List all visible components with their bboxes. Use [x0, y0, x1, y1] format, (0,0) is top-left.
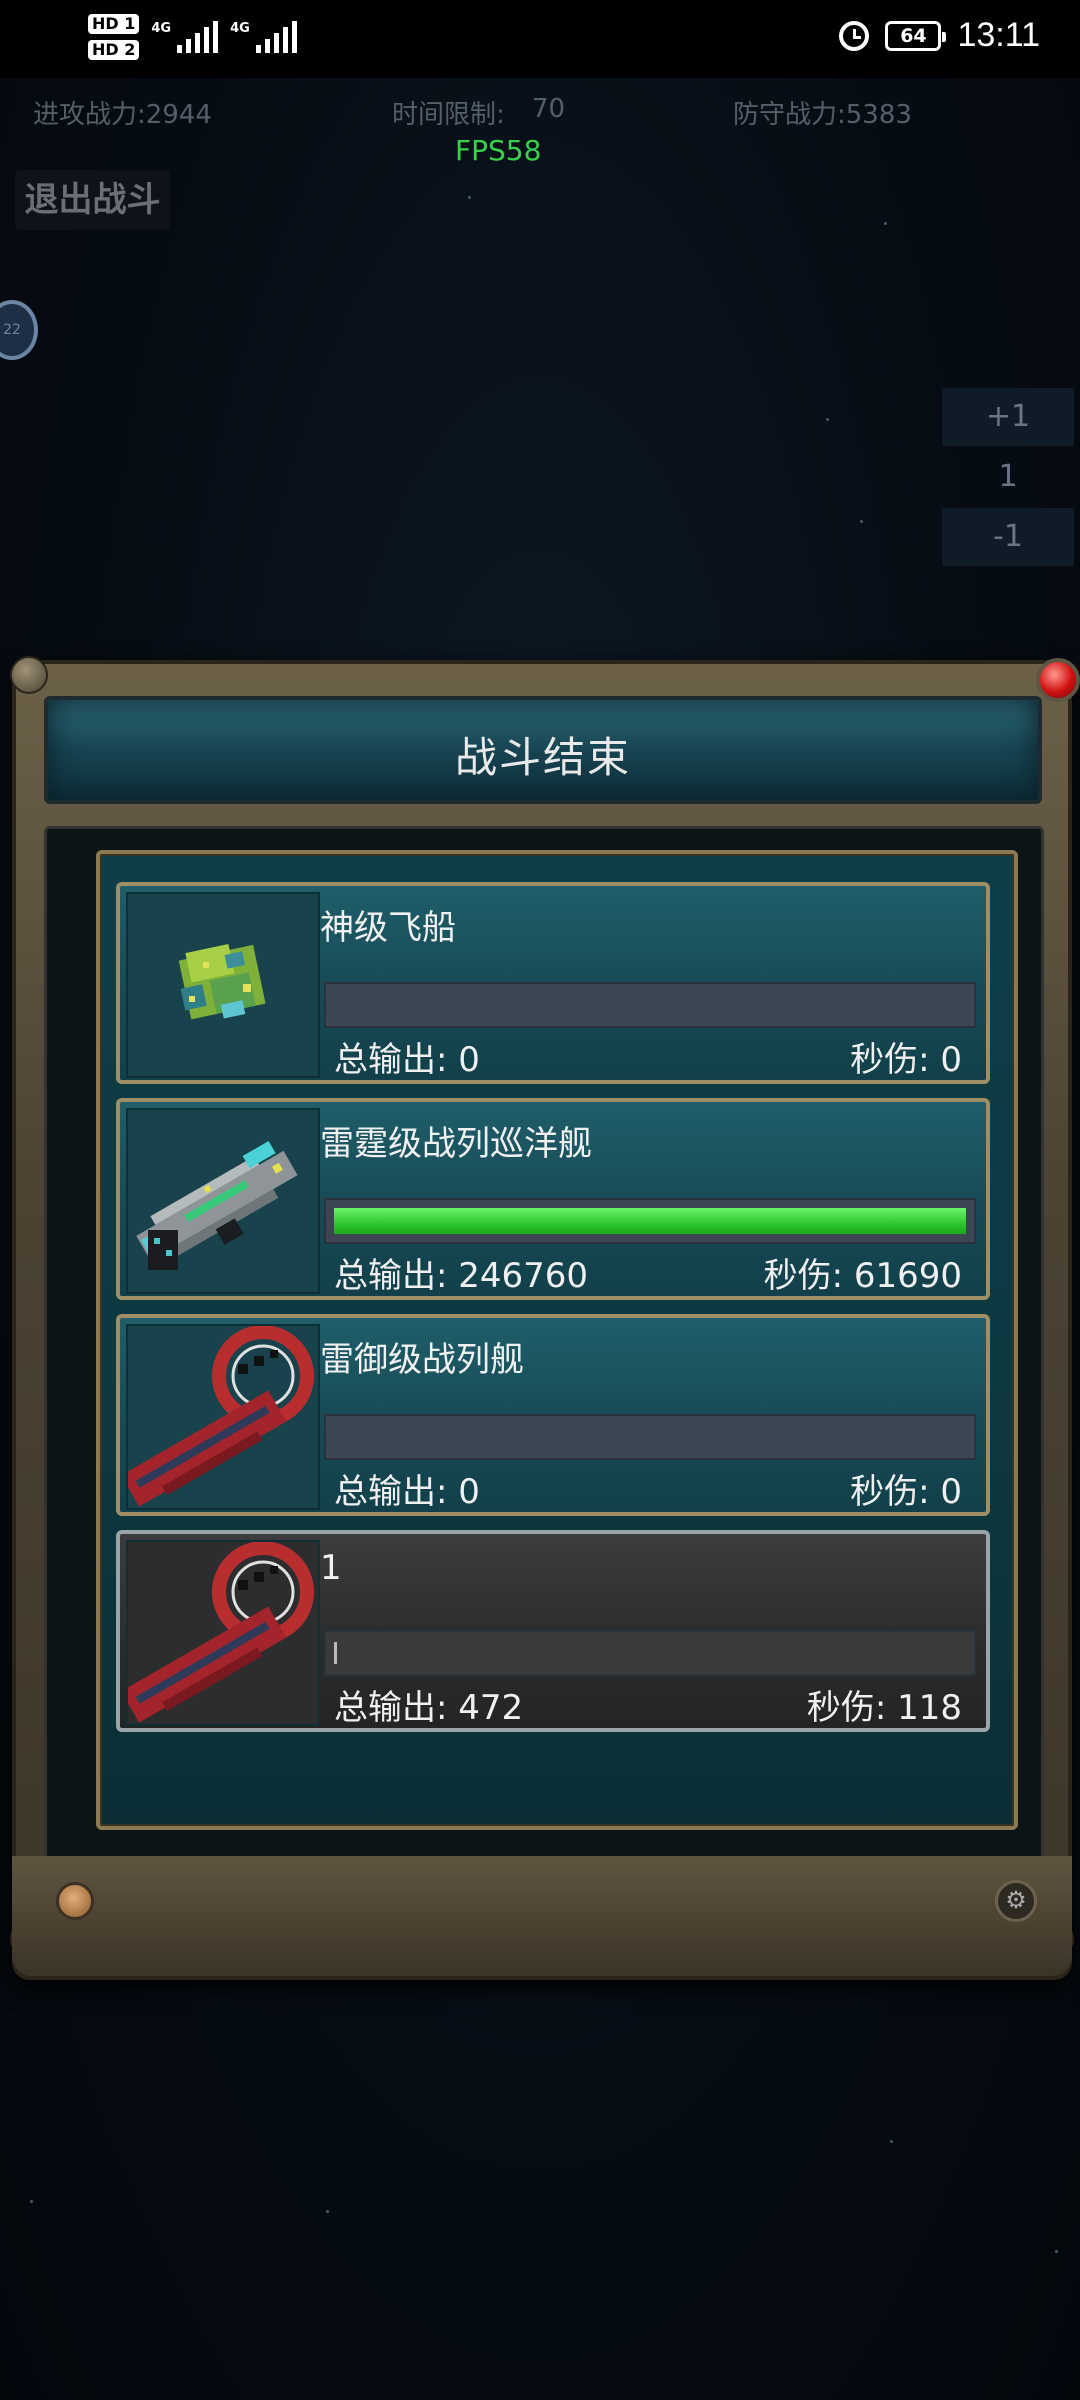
- network2-label: 4G: [230, 21, 250, 36]
- damage-bar: [324, 1198, 976, 1244]
- ship-name: 神级飞船: [320, 908, 456, 948]
- exit-battle-button[interactable]: 退出战斗: [15, 170, 170, 230]
- clock-time: 13:11: [957, 16, 1040, 54]
- damage-bar: [324, 982, 976, 1028]
- status-bar: HD 1 HD 2 4G 4G 64 13:11: [0, 0, 1080, 78]
- speed-control: +1 1 -1: [942, 388, 1074, 568]
- dialog-title: 战斗结束: [454, 733, 631, 782]
- bolt-icon: [10, 656, 48, 694]
- damage-bar: [324, 1414, 976, 1460]
- side-badge-label: 22: [3, 322, 21, 338]
- total-output: 总输出: 0: [334, 1472, 480, 1512]
- speed-minus-button[interactable]: -1: [942, 508, 1074, 566]
- dps: 秒伤: 0: [850, 1472, 962, 1512]
- dps: 秒伤: 0: [850, 1040, 962, 1080]
- network1-label: 4G: [151, 21, 172, 36]
- sim1-hd-badge: HD 1: [88, 14, 140, 34]
- time-limit-label: 时间限制:: [392, 100, 505, 130]
- star: [30, 2200, 33, 2203]
- star: [1055, 2250, 1058, 2253]
- result-row-selected[interactable]: 1 总输出: 472 秒伤: 118: [116, 1530, 990, 1732]
- total-output: 总输出: 246760: [334, 1256, 589, 1296]
- star: [826, 418, 829, 421]
- signal-strength-icon-2: 4G: [230, 21, 297, 53]
- star: [468, 196, 471, 199]
- total-output: 总输出: 0: [334, 1040, 480, 1080]
- ship-name: 雷御级战列舰: [320, 1340, 524, 1380]
- speed-plus-button[interactable]: +1: [942, 388, 1074, 446]
- star: [890, 2140, 893, 2143]
- dialog-bottom-bar: [12, 1856, 1072, 1976]
- signal-strength-icon: 4G: [151, 21, 219, 53]
- red-battleship-icon: [126, 1324, 320, 1510]
- speed-value: 1: [998, 459, 1018, 494]
- ship-name: 1: [320, 1548, 342, 1588]
- settings-gear-icon[interactable]: ⚙: [995, 1880, 1037, 1922]
- battery-level: 64: [900, 24, 927, 47]
- alarm-clock-icon: [839, 20, 870, 51]
- network-indicators: HD 1 HD 2 4G 4G: [88, 14, 297, 60]
- result-row[interactable]: 神级飞船 总输出: 0 秒伤: 0: [116, 882, 990, 1084]
- result-row[interactable]: 雷霆级战列巡洋舰 总输出: 246760 秒伤: 61690: [116, 1098, 990, 1300]
- fps-counter: FPS58: [455, 134, 542, 167]
- dps: 秒伤: 118: [806, 1688, 962, 1728]
- defense-power: 防守战力:5383: [733, 100, 912, 130]
- attack-power: 进攻战力:2944: [33, 100, 212, 130]
- sim2-hd-badge: HD 2: [88, 40, 140, 60]
- ship-name: 雷霆级战列巡洋舰: [320, 1124, 592, 1164]
- battery-icon: 64: [885, 20, 947, 51]
- star: [884, 222, 887, 225]
- result-row[interactable]: 雷御级战列舰 总输出: 0 秒伤: 0: [116, 1314, 990, 1516]
- damage-bar-tick: [334, 1642, 337, 1664]
- dialog-title-bar: 战斗结束: [44, 696, 1042, 804]
- damage-bar: [324, 1630, 976, 1676]
- dps: 秒伤: 61690: [763, 1256, 962, 1296]
- red-battleship-icon: [126, 1540, 320, 1726]
- side-badge[interactable]: 22: [0, 300, 38, 360]
- star: [326, 2210, 329, 2213]
- grey-cruiser-ship-icon: [126, 1108, 320, 1294]
- damage-bar-fill: [334, 1208, 966, 1234]
- red-close-light-icon[interactable]: [1036, 658, 1080, 702]
- green-cube-ship-icon: [126, 892, 320, 1078]
- total-output: 总输出: 472: [334, 1688, 524, 1728]
- time-limit-value: 70: [532, 94, 566, 124]
- star: [860, 520, 863, 523]
- orange-knob-icon: [56, 1882, 94, 1920]
